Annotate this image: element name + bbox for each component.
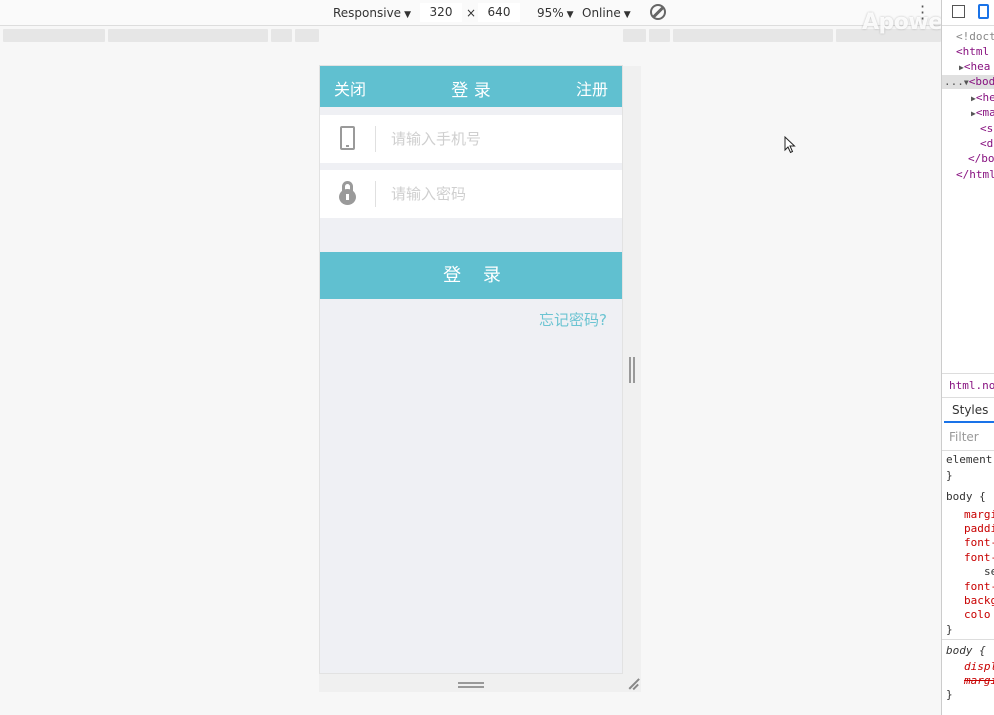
media-query-segment[interactable] <box>108 29 268 42</box>
css-property[interactable]: backg <box>964 594 994 608</box>
divider <box>375 181 376 207</box>
dom-node[interactable]: <html <box>956 45 989 59</box>
login-button[interactable]: 登 录 <box>320 252 622 299</box>
css-property[interactable]: margi <box>964 508 994 522</box>
viewport-corner-resize-handle[interactable] <box>627 678 639 690</box>
forgot-password-link[interactable]: 忘记密码? <box>539 309 607 330</box>
password-input[interactable] <box>391 174 611 214</box>
css-rule-brace: } <box>946 469 953 482</box>
phone-icon-wrap <box>320 115 375 163</box>
device-toggle-icon[interactable] <box>978 4 989 19</box>
dom-node[interactable]: ▶<ma <box>971 106 994 121</box>
dropdown-arrow-icon: ▼ <box>566 10 574 20</box>
dropdown-arrow-icon: ▼ <box>623 10 631 20</box>
device-select-label: Responsive <box>333 6 402 20</box>
network-throttle-label: Online <box>582 6 621 20</box>
divider <box>942 373 994 374</box>
media-query-segment[interactable] <box>623 29 646 42</box>
css-property[interactable]: font- <box>964 551 994 565</box>
media-query-bar <box>0 27 941 43</box>
dom-node-selected[interactable]: ...▼<bod <box>944 75 994 90</box>
css-rule-brace: } <box>946 688 953 701</box>
devtools-panel-toolbar <box>942 0 994 26</box>
device-toolbar: Responsive ▼ 320 × 640 95% ▼ Online ▼ · · · <box>0 0 941 27</box>
dom-node[interactable]: <!doct <box>956 30 994 44</box>
dom-node[interactable]: ▶<hea <box>959 60 990 75</box>
dom-node[interactable]: <s <box>980 122 993 136</box>
tab-styles[interactable]: Styles <box>952 403 988 417</box>
mobile-phone-icon <box>340 126 355 150</box>
css-property[interactable]: font- <box>964 536 994 550</box>
media-query-segment[interactable] <box>3 29 105 42</box>
dom-node[interactable]: <d <box>980 137 993 151</box>
media-query-segment[interactable] <box>673 29 833 42</box>
device-select[interactable]: Responsive ▼ <box>333 5 411 21</box>
media-query-segment[interactable] <box>271 29 292 42</box>
mobile-viewport: 关闭 登 录 注册 登 录 忘记密码? <box>319 65 623 674</box>
register-button[interactable]: 注册 <box>576 76 608 100</box>
lock-icon-wrap <box>320 170 375 218</box>
media-query-segment[interactable] <box>295 29 319 42</box>
css-rule-selector: body { <box>946 490 986 503</box>
divider <box>375 126 376 152</box>
zoom-select-label: 95% <box>537 6 564 20</box>
active-tab-indicator <box>944 421 994 423</box>
viewport-width-resize-handle[interactable] <box>629 357 635 383</box>
dropdown-arrow-icon: ▼ <box>404 10 411 20</box>
password-row <box>320 170 622 218</box>
viewport-height-resize-handle[interactable] <box>458 682 484 688</box>
devtools-panel: <!doct <html ▶<hea ...▼<bod ▶<he ▶<ma <s… <box>941 0 994 715</box>
rotate-icon[interactable] <box>650 4 666 20</box>
dom-node[interactable]: </html <box>956 168 994 182</box>
css-rule-selector: element <box>946 453 993 466</box>
breadcrumb[interactable]: html.no- <box>949 379 994 392</box>
media-query-segment[interactable] <box>649 29 670 42</box>
viewport-width-input[interactable]: 320 <box>420 3 462 22</box>
css-property-overridden[interactable]: margi <box>964 674 994 688</box>
divider <box>942 397 994 398</box>
css-property[interactable]: paddi <box>964 522 994 536</box>
app-header: 关闭 登 录 注册 <box>320 66 622 107</box>
divider <box>942 450 994 451</box>
css-property[interactable]: colo <box>964 608 991 622</box>
css-value: se <box>984 565 994 578</box>
phone-row <box>320 115 622 163</box>
viewport-height-input[interactable]: 640 <box>478 3 520 22</box>
css-rule-brace: } <box>946 623 953 636</box>
css-property[interactable]: displ <box>964 660 994 674</box>
inspect-element-icon[interactable] <box>952 5 965 18</box>
divider <box>942 639 994 640</box>
dom-node[interactable]: </bo <box>968 152 994 166</box>
phone-input[interactable] <box>391 119 611 159</box>
dimension-separator: × <box>466 6 477 20</box>
network-throttle-select[interactable]: Online ▼ <box>582 5 631 21</box>
styles-filter-input[interactable]: Filter <box>949 430 979 444</box>
css-rule-selector: body { <box>946 644 986 657</box>
lock-icon <box>339 181 356 205</box>
dom-node[interactable]: ▶<he <box>971 91 994 106</box>
zoom-select[interactable]: 95% ▼ <box>537 5 574 21</box>
css-property[interactable]: font- <box>964 580 994 594</box>
